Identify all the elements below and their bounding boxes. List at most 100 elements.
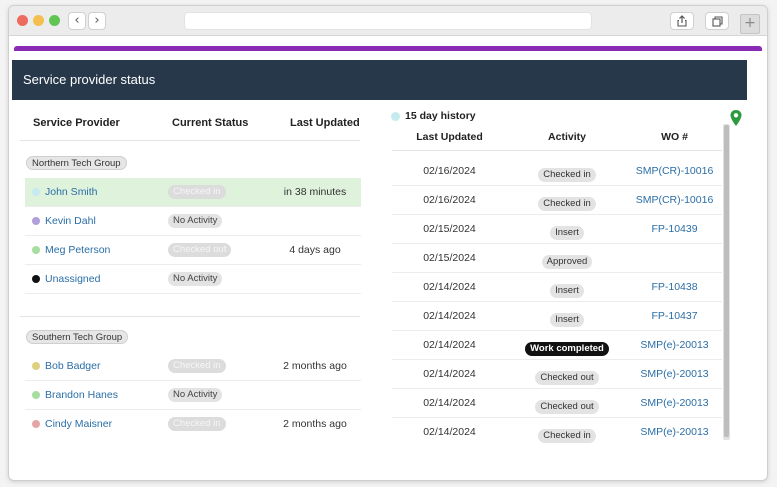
provider-color-dot (32, 391, 40, 399)
activity-badge: Checked out (535, 371, 599, 385)
history-row: 02/15/2024 Insert FP-10439 (392, 215, 722, 244)
history-date: 02/16/2024 (423, 194, 476, 206)
history-date: 02/14/2024 (423, 426, 476, 438)
column-header-updated: Last Updated (290, 117, 360, 129)
tabs-icon (711, 16, 723, 27)
group-divider (20, 316, 360, 317)
panel-title: Service provider status (12, 60, 747, 100)
provider-row[interactable]: Kevin Dahl No Activity (25, 207, 361, 236)
provider-name[interactable]: Unassigned (45, 273, 100, 285)
share-button[interactable] (670, 12, 694, 30)
history-date: 02/14/2024 (423, 368, 476, 380)
status-badge: No Activity (168, 214, 223, 228)
provider-name[interactable]: Bob Badger (45, 360, 100, 372)
column-header-last-updated: Last Updated (416, 131, 483, 143)
activity-badge: Checked in (538, 197, 596, 211)
provider-row[interactable]: Cindy Maisner Checked in 2 months ago (25, 410, 361, 439)
work-order-link[interactable]: SMP(e)-20013 (627, 397, 722, 409)
history-color-dot (391, 112, 400, 121)
work-order-link[interactable]: FP-10438 (627, 281, 722, 293)
header-divider (392, 150, 722, 151)
address-bar[interactable] (184, 12, 592, 30)
activity-badge: Approved (541, 255, 593, 269)
zoom-window-button[interactable] (49, 15, 60, 26)
history-row: 02/14/2024 Work completed SMP(e)-20013 (392, 331, 722, 360)
work-order-link[interactable]: SMP(e)-20013 (627, 426, 722, 438)
provider-color-dot (32, 420, 40, 428)
group-label: Northern Tech Group (26, 156, 127, 170)
provider-row[interactable]: John Smith Checked in in 38 minutes (25, 178, 361, 207)
activity-badge: Checked in (538, 429, 596, 443)
activity-badge: Insert (550, 226, 584, 240)
forward-button[interactable]: › (88, 12, 106, 30)
provider-color-dot (32, 246, 40, 254)
provider-row[interactable]: Unassigned No Activity (25, 265, 361, 294)
accent-bar (14, 46, 762, 51)
history-scrollbar-thumb[interactable] (724, 125, 729, 437)
history-date: 02/16/2024 (423, 165, 476, 177)
status-badge: No Activity (168, 272, 223, 286)
history-row: 02/16/2024 Checked in SMP(CR)-10016 (392, 186, 722, 215)
provider-row[interactable]: Bob Badger Checked in 2 months ago (25, 352, 361, 381)
history-row: 02/15/2024 Approved (392, 244, 722, 273)
provider-row[interactable]: Brandon Hanes No Activity (25, 381, 361, 410)
history-row: 02/14/2024 Checked out SMP(e)-20013 (392, 360, 722, 389)
provider-row[interactable]: Meg Peterson Checked out 4 days ago (25, 236, 361, 265)
last-updated: 4 days ago (289, 244, 341, 256)
history-date: 02/15/2024 (423, 223, 476, 235)
column-header-wo: WO # (661, 131, 688, 143)
history-date: 02/14/2024 (423, 339, 476, 351)
work-order-link[interactable]: FP-10439 (627, 223, 722, 235)
minimize-window-button[interactable] (33, 15, 44, 26)
provider-name[interactable]: Brandon Hanes (45, 389, 118, 401)
work-order-link[interactable]: SMP(e)-20013 (627, 368, 722, 380)
status-badge: Checked in (168, 185, 226, 199)
provider-name[interactable]: John Smith (45, 186, 98, 198)
provider-color-dot (32, 275, 40, 283)
activity-badge: Insert (550, 284, 584, 298)
status-badge: No Activity (168, 388, 223, 402)
column-header-status: Current Status (172, 117, 249, 129)
provider-name[interactable]: Cindy Maisner (45, 418, 112, 430)
history-row: 02/14/2024 Insert FP-10438 (392, 273, 722, 302)
history-row: 02/14/2024 Checked in SMP(e)-20013 (392, 418, 722, 447)
work-order-link[interactable]: FP-10437 (627, 310, 722, 322)
provider-color-dot (32, 217, 40, 225)
history-date: 02/14/2024 (423, 397, 476, 409)
tabs-button[interactable] (705, 12, 729, 30)
activity-badge: Checked in (538, 168, 596, 182)
history-date: 02/15/2024 (423, 252, 476, 264)
chevron-left-icon: ‹ (74, 13, 80, 28)
history-row: 02/16/2024 Checked in SMP(CR)-10016 (392, 157, 722, 186)
new-tab-button[interactable]: + (740, 14, 760, 34)
history-date: 02/14/2024 (423, 281, 476, 293)
last-updated: 2 months ago (283, 418, 347, 430)
back-button[interactable]: ‹ (68, 12, 86, 30)
provider-name[interactable]: Meg Peterson (45, 244, 110, 256)
last-updated: in 38 minutes (283, 186, 347, 198)
column-header-activity: Activity (548, 131, 586, 143)
plus-icon: + (744, 15, 756, 31)
provider-color-dot (32, 188, 40, 196)
header-divider (20, 140, 360, 141)
chevron-right-icon: › (94, 13, 100, 28)
activity-badge: Checked out (535, 400, 599, 414)
status-badge: Checked in (168, 359, 226, 373)
history-date: 02/14/2024 (423, 310, 476, 322)
status-badge: Checked out (168, 243, 232, 257)
provider-color-dot (32, 362, 40, 370)
history-title: 15 day history (405, 110, 476, 122)
work-order-link[interactable]: SMP(CR)-10016 (627, 194, 722, 206)
map-pin-icon[interactable] (729, 109, 743, 127)
close-window-button[interactable] (17, 15, 28, 26)
status-badge: Checked in (168, 417, 226, 431)
work-order-link[interactable]: SMP(e)-20013 (627, 339, 722, 351)
activity-badge: Work completed (525, 342, 609, 356)
browser-toolbar: ‹ › (9, 6, 767, 36)
last-updated: 2 months ago (283, 360, 347, 372)
provider-name[interactable]: Kevin Dahl (45, 215, 96, 227)
group-label: Southern Tech Group (26, 330, 129, 344)
work-order-link[interactable]: SMP(CR)-10016 (627, 165, 722, 177)
activity-badge: Insert (550, 313, 584, 327)
history-row: 02/14/2024 Insert FP-10437 (392, 302, 722, 331)
